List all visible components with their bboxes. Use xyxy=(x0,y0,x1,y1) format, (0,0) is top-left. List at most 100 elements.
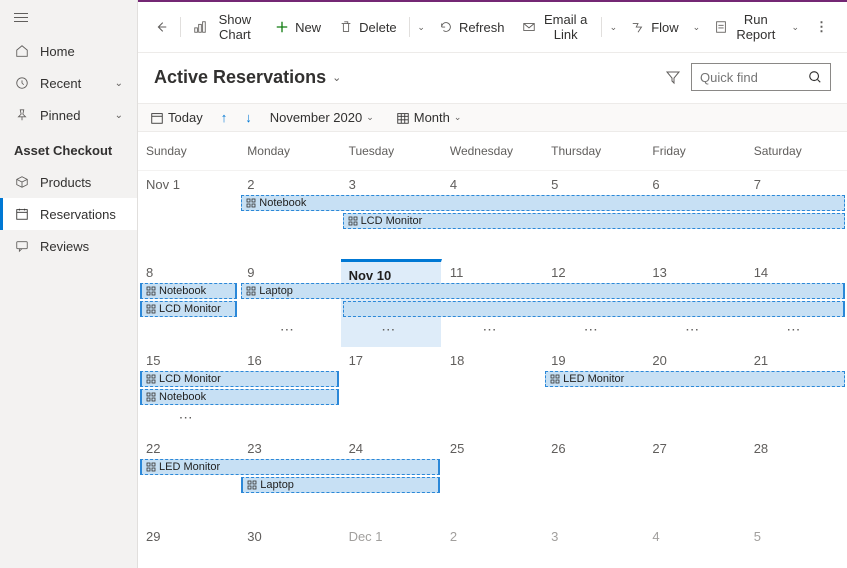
calendar-day[interactable]: 26 xyxy=(543,435,644,523)
day-number: Dec 1 xyxy=(341,523,441,546)
calendar-day[interactable]: 18 xyxy=(442,347,543,435)
reservation-event[interactable]: LCD Monitor xyxy=(140,371,339,387)
show-chart-button[interactable]: Show Chart xyxy=(185,6,265,48)
hamburger-button[interactable] xyxy=(0,0,137,35)
weekday-header: Saturday xyxy=(746,132,847,170)
cmd-label: Refresh xyxy=(459,20,505,35)
refresh-button[interactable]: Refresh xyxy=(431,14,513,41)
reservation-event[interactable]: LED Monitor xyxy=(140,459,440,475)
view-title: Active Reservations xyxy=(154,67,326,88)
view-bar: Active Reservations ⌄ xyxy=(138,53,847,103)
calendar-day[interactable]: 3 xyxy=(543,523,644,568)
more-events-indicator[interactable]: ⋯ xyxy=(584,321,600,338)
main-content: Show Chart New Delete ⌄ Refresh Email a … xyxy=(138,0,847,568)
day-number: 23 xyxy=(239,435,339,458)
day-number: 8 xyxy=(138,259,238,282)
new-button[interactable]: New xyxy=(267,14,329,41)
more-events-indicator[interactable]: ⋯ xyxy=(786,321,802,338)
calendar-day[interactable]: Nov 1 xyxy=(138,171,239,259)
calendar-day[interactable]: 4 xyxy=(644,523,745,568)
reservation-event[interactable]: Notebook xyxy=(241,195,845,211)
event-type-icon xyxy=(146,286,156,296)
day-number: 26 xyxy=(543,435,643,458)
calendar-day[interactable]: 17 xyxy=(341,347,442,435)
calendar-day[interactable]: 20 xyxy=(644,347,745,435)
today-button[interactable]: Today xyxy=(150,110,203,125)
calendar-day[interactable]: 30 xyxy=(239,523,340,568)
run-report-button[interactable]: Run Report xyxy=(706,6,785,48)
calendar-day[interactable]: 2 xyxy=(239,171,340,259)
report-icon xyxy=(714,20,728,34)
nav-reservations[interactable]: Reservations xyxy=(0,198,137,230)
more-events-indicator[interactable]: ⋯ xyxy=(280,321,296,338)
nav-recent[interactable]: Recent ⌄ xyxy=(0,67,137,99)
cmd-label: New xyxy=(295,20,321,35)
event-title: Laptop xyxy=(259,285,293,297)
reservation-event[interactable]: LCD Monitor xyxy=(343,213,845,229)
reservation-event[interactable]: Laptop xyxy=(241,477,440,493)
reservation-event[interactable]: Notebook xyxy=(140,283,237,299)
calendar-day[interactable]: 22 xyxy=(138,435,239,523)
search-box[interactable] xyxy=(691,63,831,91)
more-events-indicator[interactable]: ⋯ xyxy=(381,321,397,338)
event-type-icon xyxy=(146,304,156,314)
arrow-left-icon xyxy=(154,20,168,34)
more-events-indicator[interactable]: ⋯ xyxy=(179,409,195,426)
search-input[interactable] xyxy=(700,70,808,85)
nav-reviews[interactable]: Reviews xyxy=(0,230,137,262)
calendar-day[interactable]: 5 xyxy=(746,523,847,568)
reservation-event[interactable]: Notebook xyxy=(140,389,339,405)
flow-button[interactable]: Flow xyxy=(623,14,686,41)
month-picker[interactable]: November 2020 ⌄ xyxy=(270,110,374,125)
report-chevron[interactable]: ⌄ xyxy=(787,22,803,33)
event-type-icon xyxy=(146,392,156,402)
event-title: Notebook xyxy=(259,197,306,209)
calendar-day[interactable]: 2 xyxy=(442,523,543,568)
next-arrow[interactable]: ↓ xyxy=(245,110,252,125)
email-split-chevron[interactable]: ⌄ xyxy=(606,22,622,33)
day-number: 24 xyxy=(341,435,441,458)
separator xyxy=(601,17,602,37)
search-icon[interactable] xyxy=(808,70,822,84)
delete-split-chevron[interactable]: ⌄ xyxy=(413,22,429,33)
calendar-day[interactable]: Dec 1 xyxy=(341,523,442,568)
cmd-label: Show Chart xyxy=(213,12,257,42)
prev-arrow[interactable]: ↑ xyxy=(221,110,228,125)
calendar-day[interactable]: 28 xyxy=(746,435,847,523)
calendar-day[interactable]: 21 xyxy=(746,347,847,435)
nav-pinned[interactable]: Pinned ⌄ xyxy=(0,99,137,131)
overflow-button[interactable]: ⋮ xyxy=(805,13,839,41)
calendar-day[interactable]: 29 xyxy=(138,523,239,568)
calendar-day[interactable]: 27 xyxy=(644,435,745,523)
day-number: 28 xyxy=(746,435,846,458)
delete-button[interactable]: Delete xyxy=(331,14,405,41)
view-selector-chevron[interactable]: ⌄ xyxy=(332,71,341,84)
separator xyxy=(180,17,181,37)
event-title: Notebook xyxy=(159,285,206,297)
reservation-event[interactable]: LED Monitor xyxy=(545,371,845,387)
view-mode-picker[interactable]: Month ⌄ xyxy=(396,110,462,125)
reservation-event[interactable]: LCD Monitor xyxy=(140,301,237,317)
calendar-day[interactable]: 19 xyxy=(543,347,644,435)
chevron-down-icon: ⌄ xyxy=(454,112,462,123)
day-number: 6 xyxy=(644,171,744,194)
back-button[interactable] xyxy=(146,14,176,40)
more-events-indicator[interactable]: ⋯ xyxy=(483,321,499,338)
month-label: November 2020 xyxy=(270,110,363,125)
nav-products[interactable]: Products xyxy=(0,166,137,198)
section-header: Asset Checkout xyxy=(0,131,137,166)
flow-chevron[interactable]: ⌄ xyxy=(689,22,705,33)
calendar-day[interactable]: 25 xyxy=(442,435,543,523)
day-number: 11 xyxy=(442,259,542,282)
cmd-label: Run Report xyxy=(734,12,777,42)
more-events-indicator[interactable]: ⋯ xyxy=(685,321,701,338)
plus-icon xyxy=(275,20,289,34)
chevron-down-icon: ⌄ xyxy=(115,110,123,121)
reservation-event[interactable] xyxy=(343,301,845,317)
filter-icon[interactable] xyxy=(665,69,681,85)
reservation-event[interactable]: Laptop xyxy=(241,283,845,299)
email-link-button[interactable]: Email a Link xyxy=(514,6,596,48)
cmd-label: Email a Link xyxy=(542,12,588,42)
day-number: 5 xyxy=(543,171,643,194)
nav-home[interactable]: Home xyxy=(0,35,137,67)
